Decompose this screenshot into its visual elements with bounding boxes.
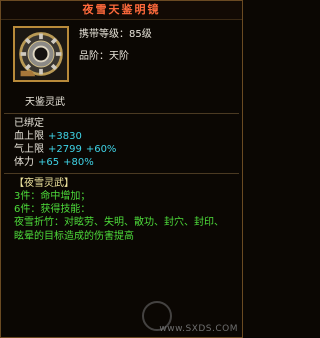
mirror-gear-icon: [15, 28, 67, 80]
hp-label: 血上限: [14, 130, 44, 142]
item-tooltip: 夜雪天鉴明镜 携带等级：85级 品阶：天阶 天鉴灵武 已绑定 血上限 +3830…: [0, 0, 243, 338]
hp-stat: 血上限 +3830: [14, 130, 229, 143]
item-info: 携带等级：85级 品阶：天阶: [79, 28, 152, 72]
set-skill-description: 夜雪折竹：对眩劳、失明、散功、封穴、封印、眩晕的目标造成的伤害提高: [14, 217, 224, 242]
set-bonus-6: 6件：获得技能：: [14, 203, 91, 215]
stamina-bonus: +80%: [63, 156, 94, 168]
stats-section: 已绑定 血上限 +3830 气上限 +2799 +60% 体力 +65 +80%: [1, 114, 242, 169]
qi-value: +2799: [48, 143, 82, 155]
qi-stat: 气上限 +2799 +60%: [14, 143, 229, 156]
stamina-stat: 体力 +65 +80%: [14, 156, 229, 169]
set-section: 【夜雪灵武】 3件：命中增加； 6件：获得技能： 夜雪折竹：对眩劳、失明、散功、…: [1, 174, 242, 243]
stamina-label: 体力: [14, 156, 34, 168]
item-header: 携带等级：85级 品阶：天阶 天鉴灵武: [1, 20, 242, 113]
watermark: www.SXDS.COM: [159, 323, 238, 334]
hp-value: +3830: [48, 130, 82, 142]
set-bonus-3: 3件：命中增加；: [14, 190, 91, 202]
item-name: 夜雪天鉴明镜: [1, 1, 242, 20]
qi-bonus: +60%: [85, 143, 117, 155]
carry-level: 携带等级：85级: [79, 29, 152, 40]
qi-label: 气上限: [14, 143, 44, 155]
item-quality: 品阶：天阶: [79, 51, 129, 62]
bound-status: 已绑定: [14, 117, 44, 129]
set-title: 【夜雪灵武】: [14, 177, 74, 189]
item-icon-frame: [13, 26, 69, 82]
stamina-value: +65: [38, 156, 60, 168]
item-subname: 天鉴灵武: [25, 97, 65, 108]
